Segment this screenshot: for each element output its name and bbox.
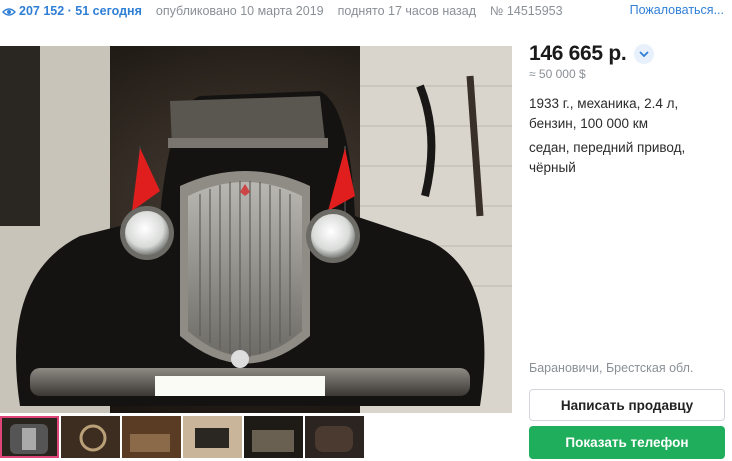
show-phone-button[interactable]: Показать телефон: [529, 426, 725, 459]
thumbnail-strip: [0, 416, 512, 458]
thumbnail-5[interactable]: [244, 416, 303, 458]
write-seller-button[interactable]: Написать продавцу: [529, 389, 725, 421]
complain-link[interactable]: Пожаловаться...: [630, 3, 724, 17]
price-usd: ≈ 50 000 $: [529, 67, 586, 81]
price: 146 665 р.: [529, 42, 627, 65]
location: Барановичи, Брестская обл.: [529, 361, 694, 375]
listing-meta-bar: 207 152 · 51 сегодня опубликовано 10 мар…: [0, 0, 732, 22]
published-date: опубликовано 10 марта 2019: [155, 4, 324, 18]
eye-icon: [2, 6, 16, 16]
thumbnail-6[interactable]: [305, 416, 364, 458]
main-photo[interactable]: [0, 46, 512, 413]
thumbnail-2[interactable]: [61, 416, 120, 458]
currency-dropdown[interactable]: [634, 44, 655, 64]
ad-number: № 14515953: [490, 4, 563, 18]
car-photo: [0, 46, 512, 413]
chevron-down-icon: [639, 50, 650, 57]
thumbnail-1[interactable]: [0, 416, 59, 458]
views-counter: 207 152 · 51 сегодня: [2, 4, 142, 18]
thumbnail-3[interactable]: [122, 416, 181, 458]
specs-main: 1933 г., механика, 2.4 л, бензин, 100 00…: [529, 96, 679, 131]
views-text: 207 152 · 51 сегодня: [19, 4, 142, 18]
price-row: 146 665 р.: [529, 42, 655, 66]
raised-time: поднято 17 часов назад: [337, 4, 477, 18]
specs-body: седан, передний привод, чёрный: [529, 140, 686, 175]
thumbnail-4[interactable]: [183, 416, 242, 458]
